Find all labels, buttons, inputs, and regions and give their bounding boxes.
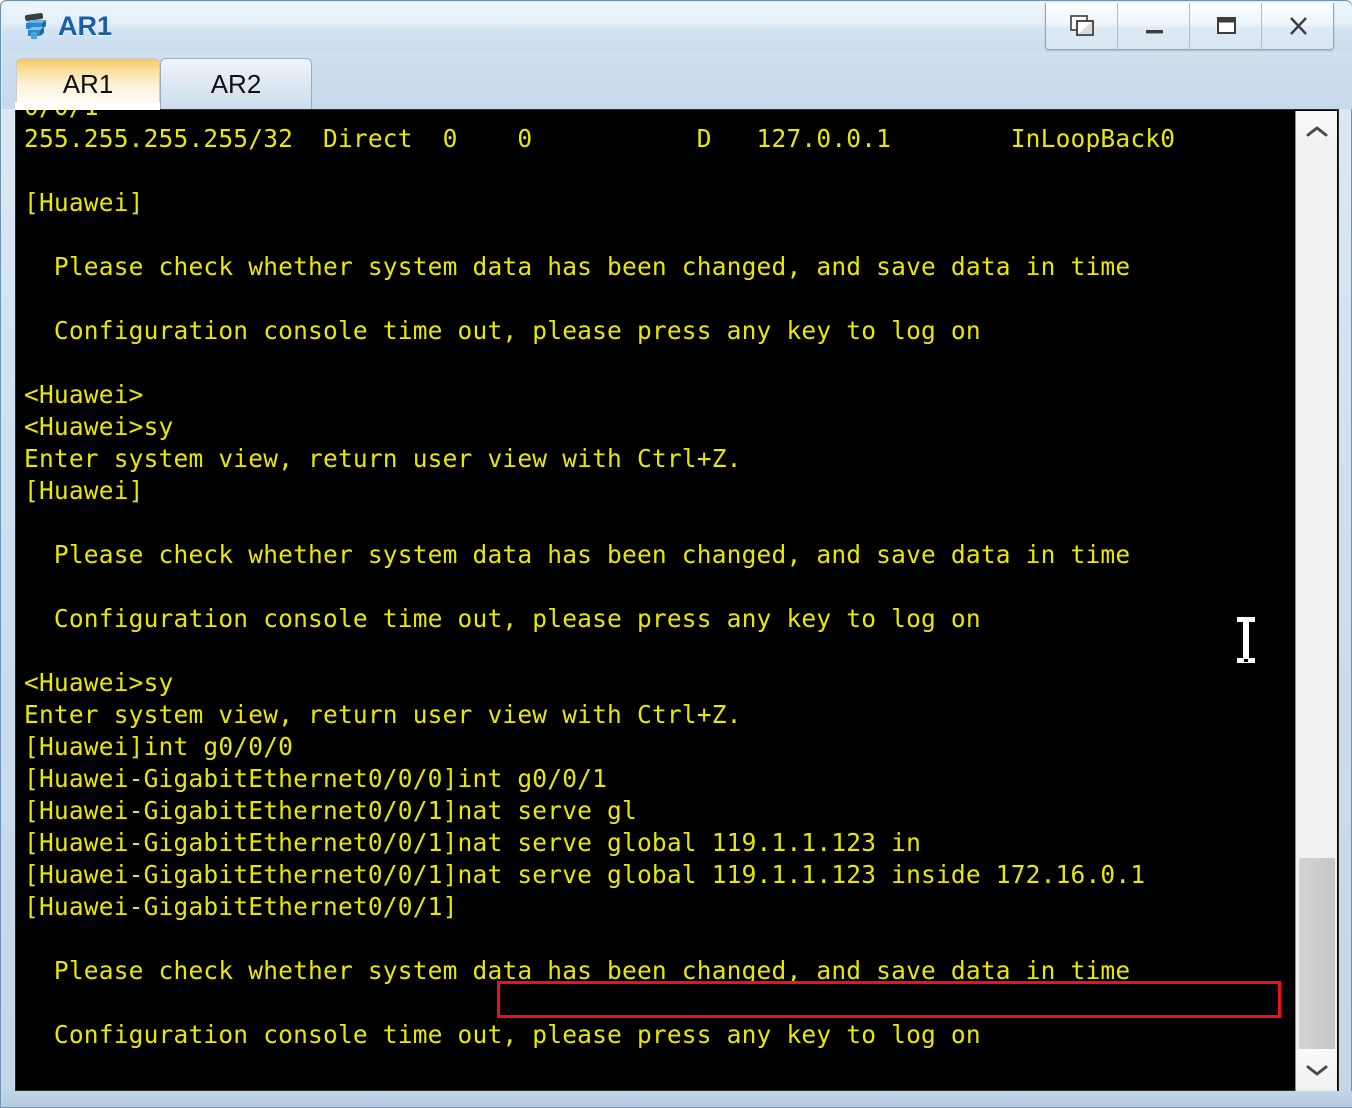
window-controls — [1045, 3, 1334, 50]
active-tab-underline — [15, 102, 160, 110]
vertical-scrollbar[interactable] — [1295, 111, 1337, 1091]
terminal-line: [Huawei] — [24, 476, 144, 505]
terminal-line: [Huawei] — [24, 188, 144, 217]
terminal-text: 0/0/1255.255.255.255/32 Direct 0 0 D 127… — [24, 110, 1175, 1083]
terminal-output[interactable]: 0/0/1255.255.255.255/32 Direct 0 0 D 127… — [16, 110, 1296, 1090]
tab-strip-filler — [312, 58, 1348, 109]
terminal-line: Enter system view, return user view with… — [24, 444, 742, 473]
scroll-up-arrow[interactable] — [1296, 111, 1337, 153]
terminal-line: Please check whether system data has bee… — [24, 252, 1131, 281]
tab-ar2-label: AR2 — [210, 68, 262, 99]
minimize-button[interactable] — [1118, 3, 1190, 49]
router-icon — [20, 10, 54, 44]
maximize-button[interactable] — [1190, 3, 1262, 49]
scroll-down-arrow[interactable] — [1296, 1049, 1337, 1091]
tab-ar1-label: AR1 — [62, 68, 114, 99]
terminal-line: [Huawei-GigabitEthernet0/0/1] — [24, 892, 458, 921]
terminal-line: Please check whether system data has bee… — [24, 540, 1131, 569]
scrollbar-thumb[interactable] — [1299, 858, 1335, 1058]
tab-ar2[interactable]: AR2 — [160, 58, 312, 109]
ar1-console-window: AR1 AR1 AR2 255.255.255.255/32 Direct 0 … — [0, 0, 1352, 1108]
terminal-line: <Huawei> — [24, 380, 144, 409]
terminal-line: <Huawei>sy — [24, 668, 174, 697]
text-ibeam-cursor — [1230, 615, 1262, 665]
title-bar: AR1 — [2, 2, 1352, 52]
terminal-line: [Huawei-GigabitEthernet0/0/0]int g0/0/1 — [24, 764, 608, 793]
close-button[interactable] — [1262, 3, 1333, 49]
terminal-line: Enter system view, return user view with… — [24, 700, 742, 729]
terminal-frame: 0/0/1255.255.255.255/32 Direct 0 0 D 127… — [15, 109, 1339, 1091]
terminal-line: [Huawei-GigabitEthernet0/0/1]nat serve g… — [24, 860, 1146, 889]
restore-windows-button[interactable] — [1046, 3, 1118, 49]
terminal-line: [Huawei-GigabitEthernet0/0/1]nat serve g… — [24, 796, 637, 825]
window-bottom-edge — [2, 1091, 1352, 1107]
terminal-line: Configuration console time out, please p… — [24, 316, 981, 345]
terminal-line: 255.255.255.255/32 Direct 0 0 D 127.0.0.… — [24, 124, 1176, 153]
terminal-line: [Huawei]int g0/0/0 — [24, 732, 294, 761]
window-title: AR1 — [58, 11, 113, 41]
terminal-line: [Huawei-GigabitEthernet0/0/1]nat serve g… — [24, 828, 922, 857]
terminal-line: Configuration console time out, please p… — [24, 1020, 981, 1049]
terminal-line: <Huawei>sy — [24, 412, 174, 441]
terminal-line: 0/0/1 — [24, 110, 1175, 123]
tab-strip: AR1 AR2 — [2, 52, 1352, 109]
terminal-line: Configuration console time out, please p… — [24, 604, 981, 633]
terminal-line: Please check whether system data has bee… — [24, 956, 1131, 985]
